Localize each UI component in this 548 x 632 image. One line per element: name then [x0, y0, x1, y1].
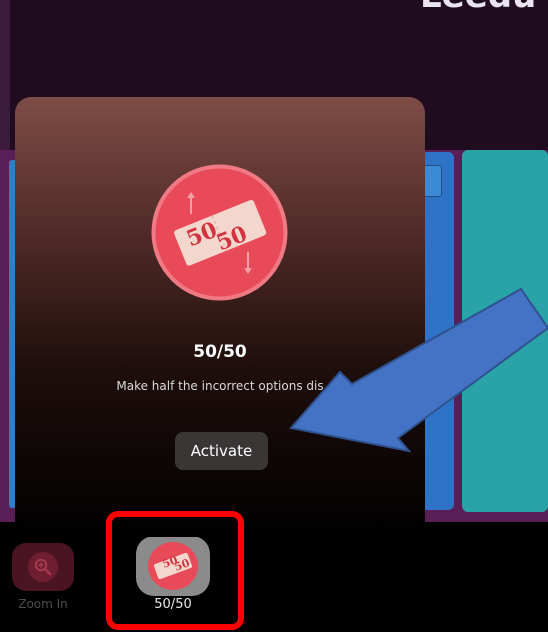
annotation-highlight-frame [106, 511, 244, 630]
zoom-in-button[interactable] [12, 543, 74, 591]
zoom-in-label: Zoom In [18, 597, 68, 611]
powerup-bar [0, 522, 548, 632]
popup-description: Make half the incorrect options dis [116, 379, 324, 393]
header-title: Leedu [420, 0, 536, 16]
popup-title: 50/50 [193, 342, 247, 362]
activate-button[interactable]: Activate [175, 432, 268, 470]
zoom-in-icon [28, 552, 58, 582]
fifty-fifty-badge-icon: 50 50 [151, 164, 288, 301]
powerup-popup: 50 50 50/50 Make half the incorrect opti… [15, 97, 425, 537]
answer-option-teal[interactable] [462, 150, 548, 512]
